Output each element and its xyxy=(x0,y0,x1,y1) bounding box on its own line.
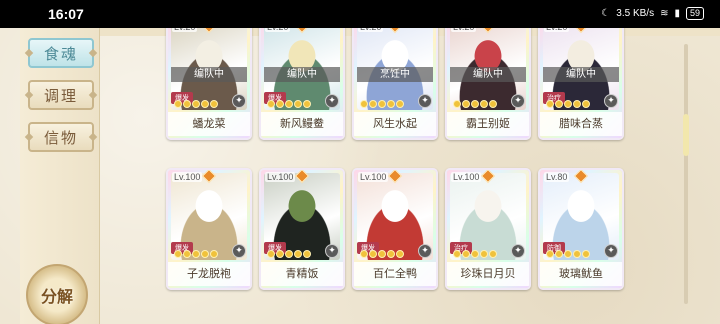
gear-icon[interactable]: ✦ xyxy=(604,244,618,258)
gear-icon[interactable]: ✦ xyxy=(511,94,525,108)
card-level: Lv.20 xyxy=(172,28,198,32)
card-name: 霸王别姬 xyxy=(447,112,529,136)
star-rating xyxy=(267,250,311,258)
star-rating xyxy=(546,100,590,108)
scrollbar-thumb[interactable] xyxy=(683,114,689,156)
character-card[interactable]: Lv.80 防御 ✦ 玻璃鱿鱼 xyxy=(538,168,624,290)
gear-icon[interactable]: ✦ xyxy=(511,244,525,258)
status-icons: ☾ 3.5 KB/s ≋ ▮ 59 xyxy=(601,7,704,20)
character-card[interactable]: Lv.20 编队中 治疗 ✦ 腊味合蒸 xyxy=(538,28,624,140)
card-name: 风生水起 xyxy=(354,112,436,136)
card-level: Lv.100 xyxy=(451,172,482,182)
status-time: 16:07 xyxy=(48,6,84,22)
gear-icon[interactable]: ✦ xyxy=(325,94,339,108)
decompose-label: 分解 xyxy=(40,287,73,306)
card-name: 腊味合蒸 xyxy=(540,112,622,136)
wifi-icon: ≋ xyxy=(660,8,669,19)
card-level: Lv.100 xyxy=(265,172,296,182)
card-level: Lv.100 xyxy=(358,172,389,182)
card-grid: Lv.20 编队中 爆发 ✦ 蟠龙菜 Lv.20 编队中 爆发 ✦ 新风鳗鲞 L… xyxy=(166,28,676,324)
card-name: 青精饭 xyxy=(261,262,343,286)
card-status: 编队中 xyxy=(450,67,526,82)
gear-icon[interactable]: ✦ xyxy=(418,244,432,258)
character-card[interactable]: Lv.100 爆发 ✦ 青精饭 xyxy=(259,168,345,290)
star-rating xyxy=(360,250,404,258)
character-card[interactable]: Lv.20 编队中 爆发 ✦ 蟠龙菜 xyxy=(166,28,252,140)
card-level: Lv.80 xyxy=(544,172,570,182)
card-status: 编队中 xyxy=(171,67,247,82)
tab-label: 调理 xyxy=(43,86,78,105)
scrollbar-track[interactable] xyxy=(684,44,688,304)
tab-food-soul[interactable]: 食魂 xyxy=(28,38,94,68)
card-level: Lv.20 xyxy=(265,28,291,32)
card-level: Lv.20 xyxy=(358,28,384,32)
tab-label: 食魂 xyxy=(43,44,78,63)
tab-label: 信物 xyxy=(43,128,78,147)
gear-icon[interactable]: ✦ xyxy=(604,94,618,108)
character-card[interactable]: Lv.100 治疗 ✦ 珍珠日月贝 xyxy=(445,168,531,290)
card-level: Lv.20 xyxy=(544,28,570,32)
card-name: 百仁全鸭 xyxy=(354,262,436,286)
card-level: Lv.100 xyxy=(172,172,203,182)
star-rating xyxy=(174,250,218,258)
gear-icon[interactable]: ✦ xyxy=(232,94,246,108)
network-speed: 3.5 KB/s xyxy=(616,8,655,19)
status-bar: 16:07 ☾ 3.5 KB/s ≋ ▮ 59 xyxy=(0,0,720,28)
character-card[interactable]: Lv.100 爆发 ✦ 百仁全鸭 xyxy=(352,168,438,290)
star-rating xyxy=(453,250,497,258)
character-card[interactable]: Lv.100 爆发 ✦ 子龙脱袍 xyxy=(166,168,252,290)
card-name: 蟠龙菜 xyxy=(168,112,250,136)
battery-indicator: 59 xyxy=(685,7,704,20)
decompose-button[interactable]: 分解 xyxy=(26,264,88,324)
card-level: Lv.20 xyxy=(451,28,477,32)
character-card[interactable]: Lv.20 编队中 爆发 ✦ 新风鳗鲞 xyxy=(259,28,345,140)
card-name: 玻璃鱿鱼 xyxy=(540,262,622,286)
game-screen: 食魂 调理 信物 分解 Lv.20 编队中 爆发 ✦ 蟠龙菜 Lv.20 编队中… xyxy=(0,28,720,324)
gear-icon[interactable]: ✦ xyxy=(418,94,432,108)
card-name: 珍珠日月贝 xyxy=(447,262,529,286)
gear-icon[interactable]: ✦ xyxy=(232,244,246,258)
moon-icon: ☾ xyxy=(601,8,611,19)
tab-conditioning[interactable]: 调理 xyxy=(28,80,94,110)
star-rating xyxy=(267,100,311,108)
star-rating xyxy=(453,100,497,108)
tab-tokens[interactable]: 信物 xyxy=(28,122,94,152)
character-card[interactable]: Lv.20 编队中 ✦ 霸王别姬 xyxy=(445,28,531,140)
card-name: 新风鳗鲞 xyxy=(261,112,343,136)
card-name: 子龙脱袍 xyxy=(168,262,250,286)
star-rating xyxy=(546,250,590,258)
star-rating xyxy=(360,100,404,108)
card-status: 编队中 xyxy=(264,67,340,82)
card-status: 烹饪中 xyxy=(357,67,433,82)
gear-icon[interactable]: ✦ xyxy=(325,244,339,258)
signal-icon: ▮ xyxy=(674,8,680,19)
star-rating xyxy=(174,100,218,108)
character-card[interactable]: Lv.20 烹饪中 ✦ 风生水起 xyxy=(352,28,438,140)
card-status: 编队中 xyxy=(543,67,619,82)
